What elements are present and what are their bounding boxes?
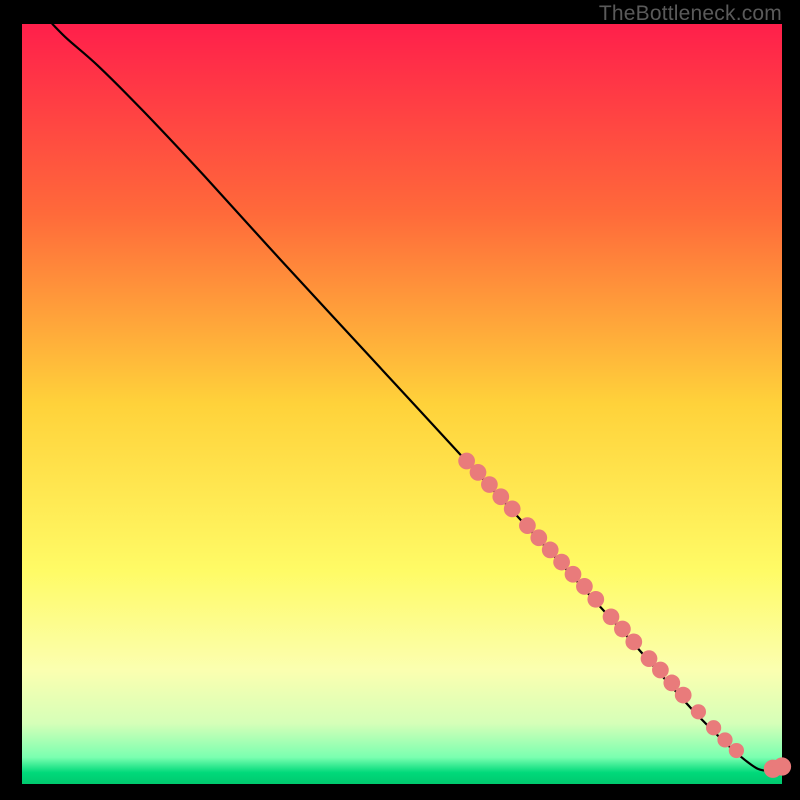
marker-dot xyxy=(576,578,593,595)
marker-dot xyxy=(625,634,642,651)
marker-dot xyxy=(773,757,791,775)
chart-stage: TheBottleneck.com xyxy=(0,0,800,800)
marker-dot xyxy=(706,720,721,735)
marker-dot xyxy=(530,529,547,546)
marker-dot xyxy=(504,501,521,518)
marker-dot xyxy=(652,662,669,679)
marker-dot xyxy=(519,517,536,534)
marker-dot xyxy=(587,591,604,608)
marker-dot xyxy=(717,732,732,747)
marker-dot xyxy=(691,704,706,719)
marker-dot xyxy=(481,476,498,493)
marker-dot xyxy=(565,566,582,583)
marker-dot xyxy=(542,542,559,559)
marker-dot xyxy=(470,464,487,481)
marker-dot xyxy=(675,687,692,704)
marker-dot xyxy=(614,621,631,638)
marker-dot xyxy=(553,554,570,571)
chart-canvas xyxy=(0,0,800,800)
marker-dot xyxy=(603,608,620,625)
marker-dot xyxy=(729,743,744,758)
marker-dot xyxy=(663,675,680,692)
marker-dot xyxy=(492,488,509,505)
